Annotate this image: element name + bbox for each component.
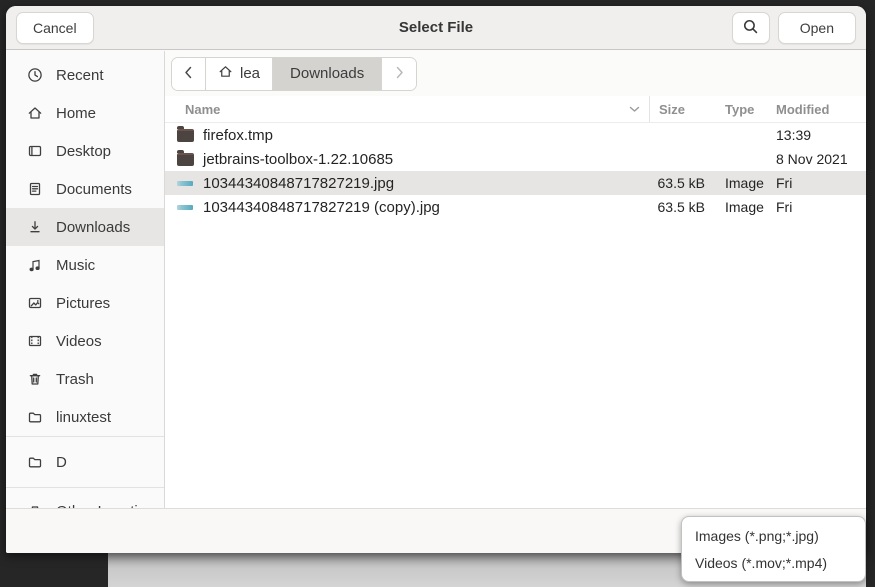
sidebar-item-linuxtest[interactable]: linuxtest (6, 398, 164, 436)
file-modified: 13:39 (770, 127, 866, 143)
file-name: firefox.tmp (203, 127, 273, 144)
file-chooser-dialog: Select File Cancel Open Recen (6, 6, 866, 553)
sidebar-item-label: Desktop (56, 143, 111, 160)
file-name: jetbrains-toolbox-1.22.10685 (203, 151, 393, 168)
sidebar-item-trash[interactable]: Trash (6, 360, 164, 398)
sidebar-item-recent[interactable]: Recent (6, 56, 164, 94)
file-modified: Fri (770, 175, 866, 191)
sidebar-item-label: Videos (56, 333, 102, 350)
sort-chevron-down-icon (629, 105, 640, 113)
home-icon (218, 64, 233, 83)
sidebar-item-home[interactable]: Home (6, 94, 164, 132)
file-size: 63.5 kB (650, 175, 715, 191)
picture-icon (26, 295, 43, 312)
column-header-size[interactable]: Size (650, 102, 715, 117)
file-browser-pane: lea Downloads Name (165, 51, 866, 508)
open-button[interactable]: Open (778, 12, 856, 44)
sidebar-item-label: Documents (56, 181, 132, 198)
image-thumbnail-icon (177, 176, 195, 190)
sidebar-item-label: Downloads (56, 219, 130, 236)
back-button[interactable] (172, 58, 206, 90)
file-name: 10344340848717827219 (copy).jpg (203, 199, 440, 216)
image-thumbnail-icon (177, 200, 195, 214)
sidebar-item-label: linuxtest (56, 409, 111, 426)
file-modified: 8 Nov 2021 (770, 151, 866, 167)
music-note-icon (26, 257, 43, 274)
sidebar-item-documents[interactable]: Documents (6, 170, 164, 208)
file-row-jpg[interactable]: 10344340848717827219.jpg 63.5 kB Image F… (165, 171, 866, 195)
breadcrumb-home-label: lea (240, 65, 260, 82)
sidebar-item-label: Pictures (56, 295, 110, 312)
folder-icon (177, 152, 195, 166)
places-sidebar: Recent Home Desktop (6, 51, 165, 508)
sidebar-item-label: Recent (56, 67, 104, 84)
dialog-body: Recent Home Desktop (6, 51, 866, 508)
search-button[interactable] (732, 12, 770, 44)
file-row-jpg-copy[interactable]: 10344340848717827219 (copy).jpg 63.5 kB … (165, 195, 866, 219)
breadcrumb-home[interactable]: lea (206, 58, 273, 90)
sidebar-item-label: Home (56, 105, 96, 122)
sidebar-item-pictures[interactable]: Pictures (6, 284, 164, 322)
breadcrumb-downloads[interactable]: Downloads (273, 58, 382, 90)
sidebar-item-downloads[interactable]: Downloads (6, 208, 164, 246)
trash-icon (26, 371, 43, 388)
folder-icon (26, 454, 43, 471)
sidebar-item-label: D (56, 454, 67, 471)
sidebar-item-videos[interactable]: Videos (6, 322, 164, 360)
sidebar-item-other-locations[interactable]: Other Locations (6, 488, 164, 508)
file-name: 10344340848717827219.jpg (203, 175, 394, 192)
search-icon (742, 18, 759, 38)
file-filter-dropdown: Images (*.png;*.jpg) Videos (*.mov;*.mp4… (681, 516, 866, 582)
chevron-left-icon (184, 64, 193, 84)
sidebar-item-d[interactable]: D (6, 437, 164, 487)
file-row-firefox-tmp[interactable]: firefox.tmp 13:39 (165, 123, 866, 147)
sidebar-item-label: Trash (56, 371, 94, 388)
sidebar-item-music[interactable]: Music (6, 246, 164, 284)
folder-icon (177, 128, 195, 142)
column-header-name[interactable]: Name (165, 96, 650, 122)
document-icon (26, 181, 43, 198)
filter-option-images[interactable]: Images (*.png;*.jpg) (682, 522, 865, 549)
sidebar-item-desktop[interactable]: Desktop (6, 132, 164, 170)
desktop-icon (26, 143, 43, 160)
chevron-right-icon (395, 64, 404, 84)
breadcrumb: lea Downloads (171, 57, 417, 91)
folder-icon (26, 409, 43, 426)
column-header-modified[interactable]: Modified (770, 102, 866, 117)
file-list: firefox.tmp 13:39 jetbrains-toolbox-1.22… (165, 123, 866, 508)
forward-button[interactable] (382, 58, 416, 90)
file-row-jetbrains-toolbox[interactable]: jetbrains-toolbox-1.22.10685 8 Nov 2021 (165, 147, 866, 171)
file-type: Image (715, 175, 770, 191)
clock-icon (26, 67, 43, 84)
headerbar: Select File Cancel Open (6, 6, 866, 50)
download-icon (26, 219, 43, 236)
pathbar: lea Downloads (165, 51, 866, 96)
file-modified: Fri (770, 199, 866, 215)
column-header-type[interactable]: Type (715, 102, 770, 117)
list-header: Name Size Type Modified (165, 96, 866, 123)
home-icon (26, 105, 43, 122)
file-size: 63.5 kB (650, 199, 715, 215)
sidebar-item-label: Music (56, 257, 95, 274)
film-icon (26, 333, 43, 350)
cancel-button[interactable]: Cancel (16, 12, 94, 44)
filter-option-videos[interactable]: Videos (*.mov;*.mp4) (682, 549, 865, 576)
file-type: Image (715, 199, 770, 215)
